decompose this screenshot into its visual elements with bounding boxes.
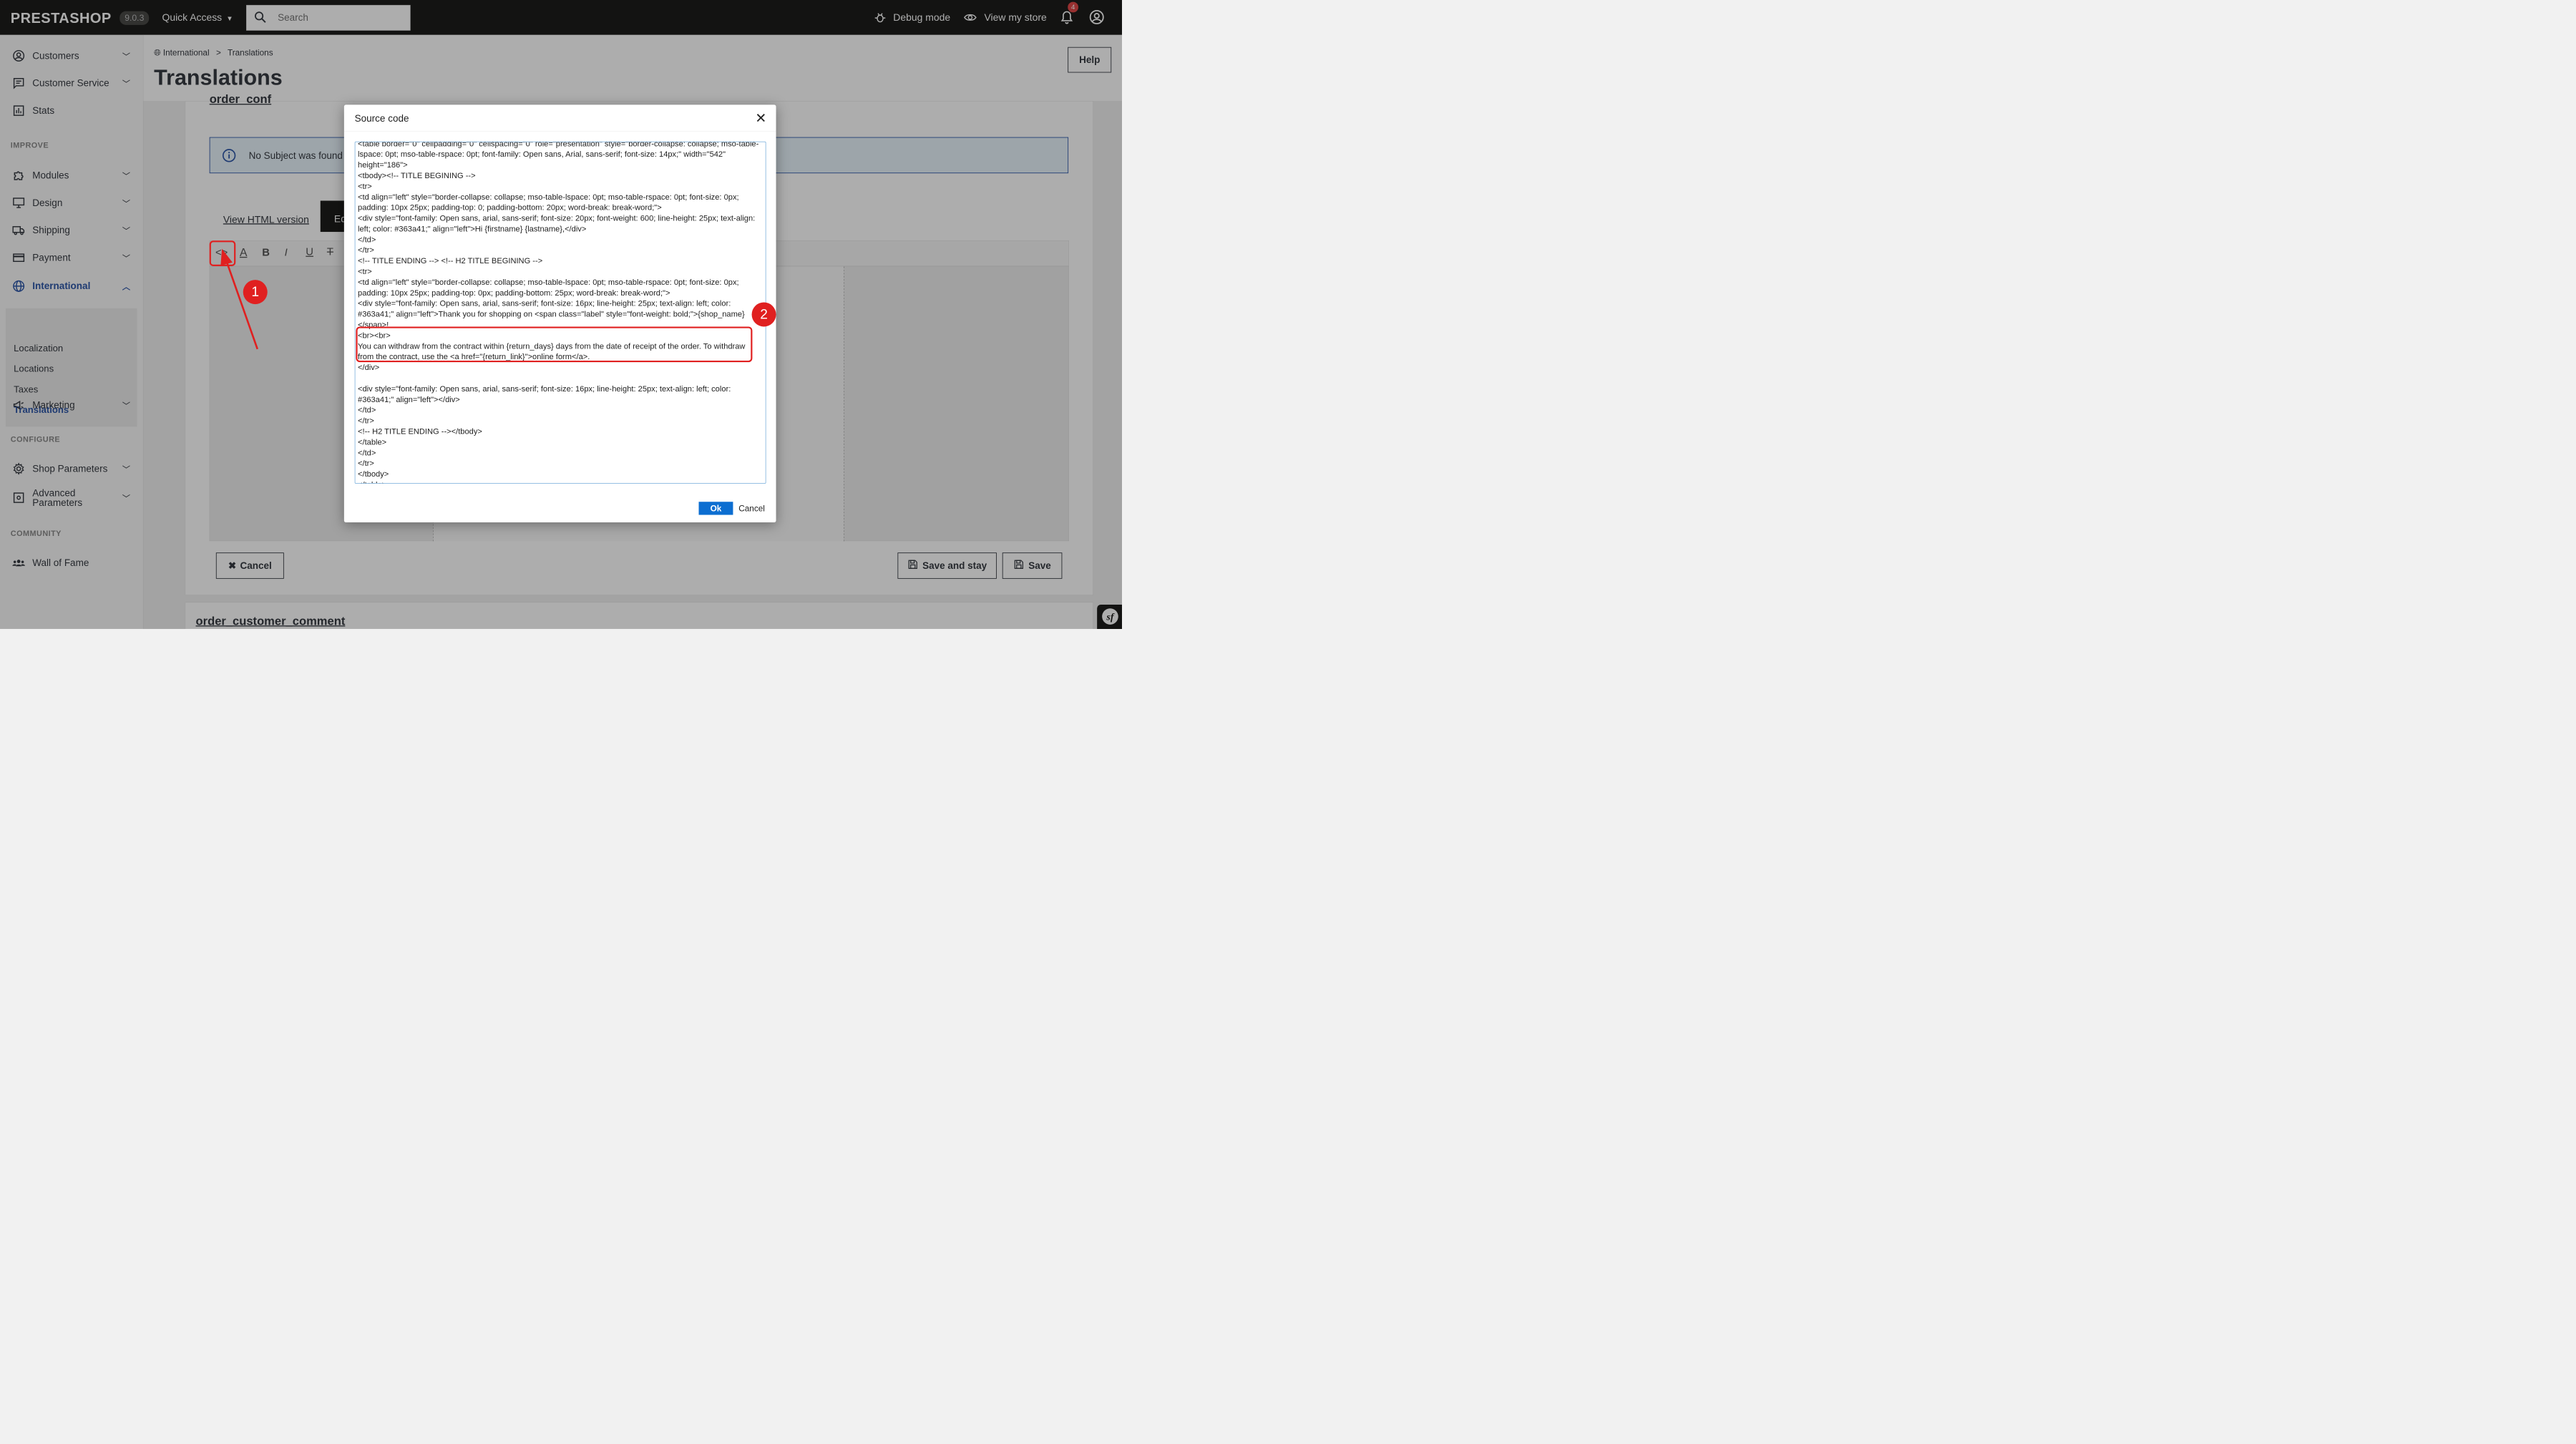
annotation-marker-1: 1 <box>243 280 268 305</box>
highlight-withdraw-text <box>356 326 753 363</box>
annotation-arrow <box>220 248 259 350</box>
annotation-marker-2: 2 <box>751 302 776 327</box>
